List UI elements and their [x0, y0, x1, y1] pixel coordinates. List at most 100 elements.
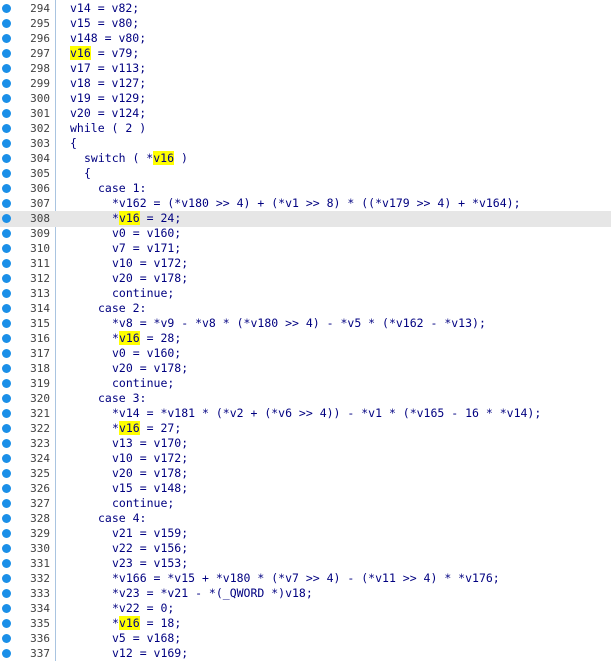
breakpoint-dot-icon[interactable]	[2, 154, 11, 163]
code-line[interactable]: 318 v20 = v178;	[0, 361, 611, 376]
code-text[interactable]: {	[84, 166, 91, 181]
code-text[interactable]: case 4:	[98, 511, 146, 526]
breakpoint-dot-icon[interactable]	[2, 64, 11, 73]
breakpoint-dot-icon[interactable]	[2, 244, 11, 253]
code-text[interactable]: v23 = v153;	[112, 556, 188, 571]
code-line[interactable]: 327 continue;	[0, 496, 611, 511]
code-text[interactable]: case 1:	[98, 181, 146, 196]
breakpoint-dot-icon[interactable]	[2, 499, 11, 508]
breakpoint-dot-icon[interactable]	[2, 199, 11, 208]
code-text[interactable]: *v162 = (*v180 >> 4) + (*v1 >> 8) * ((*v…	[112, 196, 521, 211]
code-text[interactable]: *v166 = *v15 + *v180 * (*v7 >> 4) - (*v1…	[112, 571, 500, 586]
code-text[interactable]: v0 = v160;	[112, 226, 181, 241]
breakpoint-dot-icon[interactable]	[2, 124, 11, 133]
breakpoint-dot-icon[interactable]	[2, 304, 11, 313]
code-text[interactable]: continue;	[112, 376, 174, 391]
highlighted-identifier[interactable]: v16	[118, 421, 140, 435]
code-line[interactable]: 294 v14 = v82;	[0, 1, 611, 16]
breakpoint-dot-icon[interactable]	[2, 349, 11, 358]
pseudocode-editor[interactable]: 294 v14 = v82; 295 v15 = v80; 296 v148 = v80;…	[0, 0, 611, 661]
breakpoint-dot-icon[interactable]	[2, 214, 11, 223]
code-line[interactable]: 313 continue;	[0, 286, 611, 301]
code-line[interactable]: 310 v7 = v171;	[0, 241, 611, 256]
code-line[interactable]: 324 v10 = v172;	[0, 451, 611, 466]
code-text[interactable]: v0 = v160;	[112, 346, 181, 361]
highlighted-identifier[interactable]: v16	[70, 46, 91, 60]
code-line[interactable]: 323 v13 = v170;	[0, 436, 611, 451]
code-text[interactable]: v16 = v79;	[70, 46, 139, 61]
code-text[interactable]: v15 = v80;	[70, 16, 139, 31]
code-line[interactable]: 301 v20 = v124;	[0, 106, 611, 121]
breakpoint-dot-icon[interactable]	[2, 454, 11, 463]
breakpoint-dot-icon[interactable]	[2, 34, 11, 43]
code-text[interactable]: continue;	[112, 286, 174, 301]
code-line[interactable]: 329 v21 = v159;	[0, 526, 611, 541]
code-text[interactable]: v17 = v113;	[70, 61, 146, 76]
code-text[interactable]: v21 = v159;	[112, 526, 188, 541]
breakpoint-dot-icon[interactable]	[2, 169, 11, 178]
code-line[interactable]: 322 *v16 = 27;	[0, 421, 611, 436]
highlighted-identifier[interactable]: v16	[118, 331, 140, 345]
breakpoint-dot-icon[interactable]	[2, 379, 11, 388]
breakpoint-dot-icon[interactable]	[2, 79, 11, 88]
code-text[interactable]: v19 = v129;	[70, 91, 146, 106]
code-line[interactable]: 304 switch ( *v16 )	[0, 151, 611, 166]
code-text[interactable]: *v16 = 27;	[112, 421, 181, 436]
breakpoint-dot-icon[interactable]	[2, 94, 11, 103]
code-text[interactable]: *v16 = 24;	[112, 211, 181, 226]
breakpoint-dot-icon[interactable]	[2, 589, 11, 598]
breakpoint-dot-icon[interactable]	[2, 634, 11, 643]
code-text[interactable]: v10 = v172;	[112, 256, 188, 271]
code-line[interactable]: 306 case 1:	[0, 181, 611, 196]
code-line[interactable]: 332 *v166 = *v15 + *v180 * (*v7 >> 4) - (…	[0, 571, 611, 586]
code-text[interactable]: v7 = v171;	[112, 241, 181, 256]
breakpoint-dot-icon[interactable]	[2, 19, 11, 28]
code-line[interactable]: 296 v148 = v80;	[0, 31, 611, 46]
code-line[interactable]: 314 case 2:	[0, 301, 611, 316]
breakpoint-dot-icon[interactable]	[2, 4, 11, 13]
highlighted-identifier[interactable]: v16	[153, 151, 175, 165]
code-line[interactable]: 309 v0 = v160;	[0, 226, 611, 241]
breakpoint-dot-icon[interactable]	[2, 484, 11, 493]
code-line[interactable]: 328 case 4:	[0, 511, 611, 526]
code-text[interactable]: v12 = v169;	[112, 646, 188, 661]
breakpoint-dot-icon[interactable]	[2, 49, 11, 58]
code-line[interactable]: 337 v12 = v169;	[0, 646, 611, 661]
code-line[interactable]: 334 *v22 = 0;	[0, 601, 611, 616]
breakpoint-dot-icon[interactable]	[2, 139, 11, 148]
code-text[interactable]: v22 = v156;	[112, 541, 188, 556]
code-text[interactable]: continue;	[112, 496, 174, 511]
code-line[interactable]: 319 continue;	[0, 376, 611, 391]
breakpoint-dot-icon[interactable]	[2, 544, 11, 553]
code-line[interactable]: 325 v20 = v178;	[0, 466, 611, 481]
code-text[interactable]: v148 = v80;	[70, 31, 146, 46]
code-line[interactable]: 300 v19 = v129;	[0, 91, 611, 106]
breakpoint-dot-icon[interactable]	[2, 409, 11, 418]
code-text[interactable]: *v23 = *v21 - *(_QWORD *)v18;	[112, 586, 313, 601]
code-text[interactable]: case 3:	[98, 391, 146, 406]
breakpoint-dot-icon[interactable]	[2, 649, 11, 658]
code-text[interactable]: v18 = v127;	[70, 76, 146, 91]
breakpoint-dot-icon[interactable]	[2, 319, 11, 328]
code-line[interactable]: 312 v20 = v178;	[0, 271, 611, 286]
code-line[interactable]: 330 v22 = v156;	[0, 541, 611, 556]
highlighted-identifier[interactable]: v16	[118, 211, 140, 225]
code-line[interactable]: 331 v23 = v153;	[0, 556, 611, 571]
code-line[interactable]: 333 *v23 = *v21 - *(_QWORD *)v18;	[0, 586, 611, 601]
code-line[interactable]: 295 v15 = v80;	[0, 16, 611, 31]
code-line[interactable]: 299 v18 = v127;	[0, 76, 611, 91]
code-text[interactable]: v20 = v178;	[112, 361, 188, 376]
code-text[interactable]: *v16 = 28;	[112, 331, 181, 346]
code-text[interactable]: v20 = v178;	[112, 466, 188, 481]
code-line[interactable]: 316 *v16 = 28;	[0, 331, 611, 346]
code-line[interactable]: 305 {	[0, 166, 611, 181]
breakpoint-dot-icon[interactable]	[2, 619, 11, 628]
code-text[interactable]: v15 = v148;	[112, 481, 188, 496]
code-text[interactable]: v20 = v124;	[70, 106, 146, 121]
code-line[interactable]: 307 *v162 = (*v180 >> 4) + (*v1 >> 8) * (…	[0, 196, 611, 211]
breakpoint-dot-icon[interactable]	[2, 394, 11, 403]
code-line[interactable]: 308 *v16 = 24;	[0, 211, 611, 227]
code-text[interactable]: *v22 = 0;	[112, 601, 174, 616]
code-line[interactable]: 321 *v14 = *v181 * (*v2 + (*v6 >> 4)) - *…	[0, 406, 611, 421]
breakpoint-dot-icon[interactable]	[2, 109, 11, 118]
